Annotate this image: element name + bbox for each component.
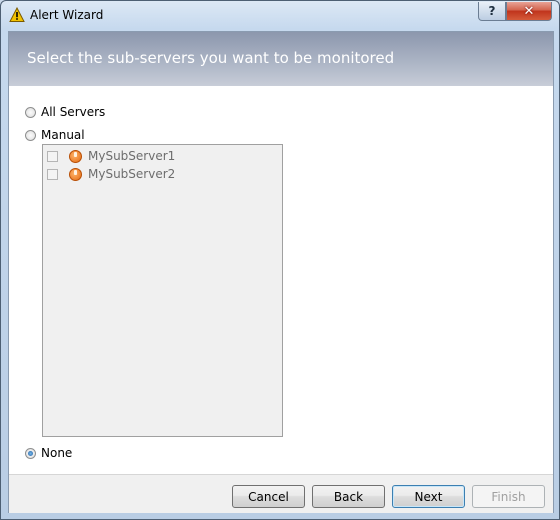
- help-icon: ?: [488, 4, 496, 18]
- finish-button[interactable]: Finish: [472, 485, 545, 508]
- server-checkbox[interactable]: [47, 168, 58, 180]
- next-button[interactable]: Next: [392, 485, 465, 508]
- button-bar: Cancel Back Next Finish: [9, 474, 553, 513]
- none-radio[interactable]: [25, 447, 36, 459]
- sub-server-list[interactable]: MySubServer1 MySubServer2: [42, 144, 283, 437]
- manual-option[interactable]: Manual: [25, 128, 85, 142]
- none-option[interactable]: None: [25, 446, 72, 460]
- title-bar[interactable]: Alert Wizard ? ✕: [1, 1, 559, 31]
- warning-icon: [9, 7, 25, 22]
- server-icon: [69, 149, 82, 163]
- all-servers-radio[interactable]: [25, 106, 36, 118]
- server-checkbox[interactable]: [47, 150, 58, 162]
- all-servers-label[interactable]: All Servers: [41, 105, 105, 119]
- wizard-content: Select the sub-servers you want to be mo…: [8, 31, 554, 513]
- list-item[interactable]: MySubServer2: [47, 166, 175, 182]
- wizard-instruction: Select the sub-servers you want to be mo…: [27, 49, 395, 67]
- alert-wizard-window: Alert Wizard ? ✕ Select the sub-servers …: [0, 0, 560, 520]
- manual-radio[interactable]: [25, 129, 36, 141]
- server-label: MySubServer1: [88, 149, 176, 163]
- close-button[interactable]: ✕: [506, 2, 552, 21]
- help-button[interactable]: ?: [478, 2, 506, 21]
- window-title: Alert Wizard: [30, 8, 104, 22]
- manual-label[interactable]: Manual: [41, 128, 85, 142]
- none-label[interactable]: None: [41, 446, 72, 460]
- back-button[interactable]: Back: [312, 485, 385, 508]
- server-label: MySubServer2: [88, 167, 176, 181]
- list-item[interactable]: MySubServer1: [47, 148, 175, 164]
- all-servers-option[interactable]: All Servers: [25, 105, 105, 119]
- close-icon: ✕: [523, 3, 535, 19]
- server-icon: [69, 167, 82, 181]
- wizard-header: Select the sub-servers you want to be mo…: [9, 32, 553, 86]
- cancel-button[interactable]: Cancel: [232, 485, 305, 508]
